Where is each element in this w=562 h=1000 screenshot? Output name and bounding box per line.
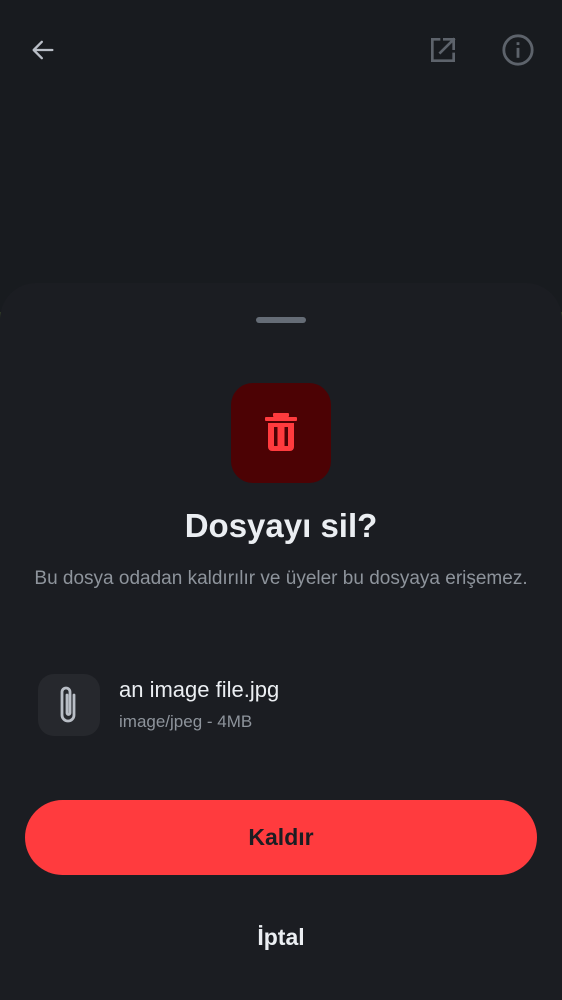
cancel-button[interactable]: İptal xyxy=(25,900,537,975)
back-button[interactable] xyxy=(23,30,63,70)
delete-file-bottom-sheet: Dosyayı sil? Bu dosya odadan kaldırılır … xyxy=(0,283,562,1000)
file-icon-container xyxy=(38,674,100,736)
info-icon xyxy=(502,34,534,66)
open-external-button[interactable] xyxy=(423,30,463,70)
cancel-button-label: İptal xyxy=(257,924,305,950)
dialog-description: Bu dosya odadan kaldırılır ve üyeler bu … xyxy=(34,568,528,589)
drag-handle[interactable] xyxy=(256,317,306,323)
remove-button[interactable]: Kaldır xyxy=(25,800,537,875)
file-meta: image/jpeg - 4MB xyxy=(119,712,253,731)
dialog-title: Dosyayı sil? xyxy=(184,507,378,544)
file-name: an image file.jpg xyxy=(119,677,280,702)
open-external-icon xyxy=(431,37,456,62)
trash-icon xyxy=(265,413,297,451)
trash-icon-container xyxy=(231,383,331,483)
screen: Dosyayı sil? Bu dosya odadan kaldırılır … xyxy=(0,0,562,1000)
arrow-left-icon xyxy=(32,40,54,60)
info-button[interactable] xyxy=(498,30,538,70)
paperclip-icon xyxy=(60,686,76,723)
remove-button-label: Kaldır xyxy=(248,824,314,850)
